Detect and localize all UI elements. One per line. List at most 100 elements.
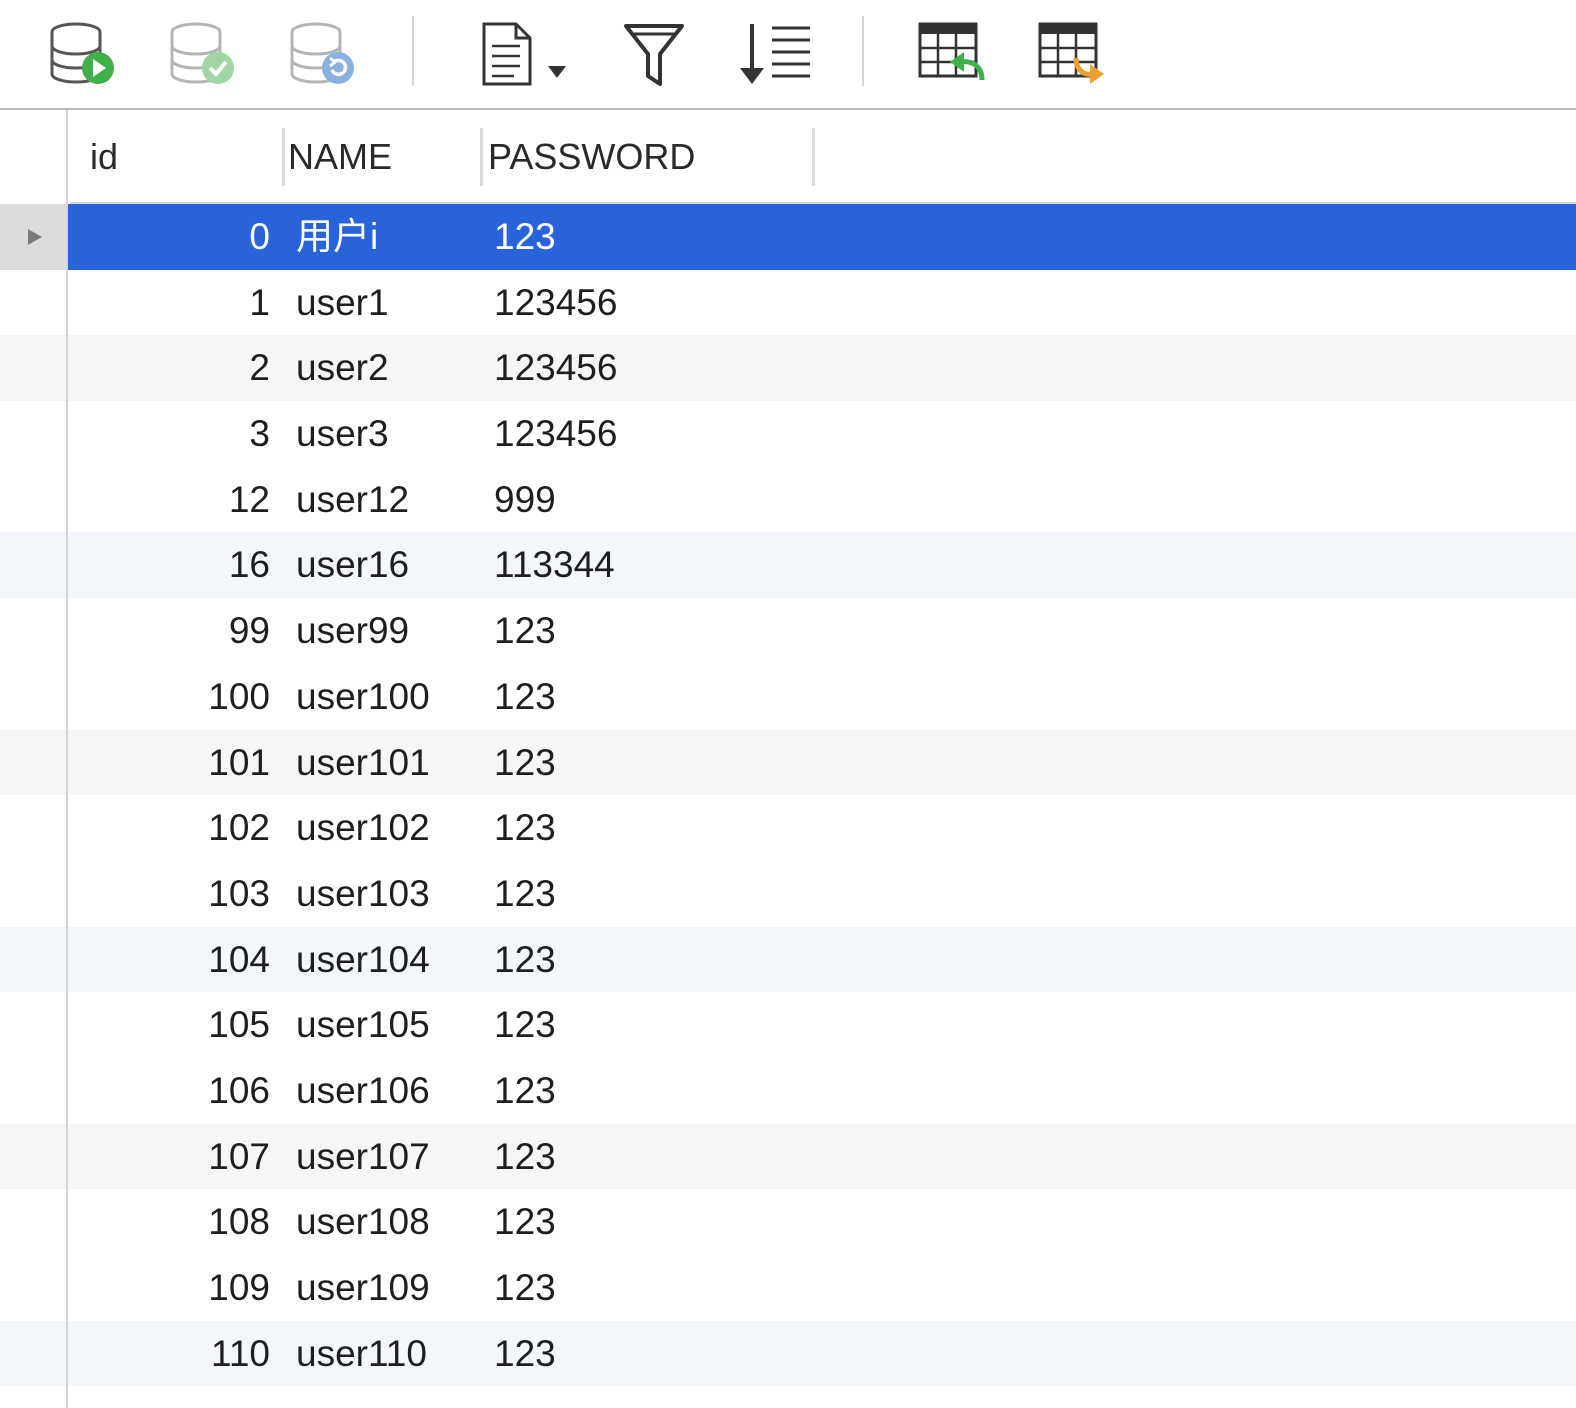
column-divider[interactable]	[812, 128, 815, 186]
cell-id[interactable]: 100	[90, 664, 270, 730]
table-row[interactable]: 110 user110 123	[0, 1320, 1576, 1387]
cell-id[interactable]: 0	[90, 204, 270, 270]
cell-name[interactable]: user1	[296, 270, 486, 336]
column-header-password[interactable]: PASSWORD	[488, 130, 695, 184]
rollback-icon	[290, 22, 354, 84]
filter-icon	[624, 24, 684, 86]
cell-id[interactable]: 99	[90, 598, 270, 664]
table-row[interactable]: 16 user16 113344	[0, 532, 1576, 599]
cell-password[interactable]: 123	[494, 664, 794, 730]
cell-name[interactable]: user12	[296, 467, 486, 533]
cell-password[interactable]: 123456	[494, 335, 794, 401]
sort-icon	[740, 24, 810, 84]
table-row[interactable]: 106 user106 123	[0, 1058, 1576, 1124]
table-row[interactable]: 105 user105 123	[0, 992, 1576, 1058]
document-dropdown-button[interactable]	[476, 14, 576, 94]
table-row[interactable]: 100 user100 123	[0, 664, 1576, 730]
filter-button[interactable]	[614, 14, 694, 94]
cell-password[interactable]: 123	[494, 1321, 794, 1387]
table-body: 0 用户i 123 1 user1 123456 2 user2 123456 3 user3 123…	[0, 204, 1576, 1387]
rollback-button[interactable]	[282, 14, 362, 94]
sort-button[interactable]	[734, 14, 814, 94]
table-header: id NAME PASSWORD	[70, 110, 1576, 204]
cell-password[interactable]: 113344	[494, 532, 794, 598]
cell-password[interactable]: 123	[494, 598, 794, 664]
table-row[interactable]: 104 user104 123	[0, 926, 1576, 993]
cell-password[interactable]: 123	[494, 1189, 794, 1255]
cell-name[interactable]: user16	[296, 532, 486, 598]
column-divider[interactable]	[282, 128, 285, 186]
cell-id[interactable]: 3	[90, 401, 270, 467]
cell-name[interactable]: user101	[296, 730, 486, 796]
commit-button[interactable]	[162, 14, 242, 94]
cell-name[interactable]: user109	[296, 1255, 486, 1321]
cell-password[interactable]: 123	[494, 204, 794, 270]
cell-name[interactable]: user106	[296, 1058, 486, 1124]
cell-password[interactable]: 123	[494, 927, 794, 993]
cell-password[interactable]: 123	[494, 730, 794, 796]
cell-name[interactable]: user104	[296, 927, 486, 993]
cell-id[interactable]: 12	[90, 467, 270, 533]
cell-id[interactable]: 109	[90, 1255, 270, 1321]
export-table-icon	[1038, 22, 1104, 84]
column-header-id[interactable]: id	[90, 130, 118, 184]
table-row[interactable]: 109 user109 123	[0, 1255, 1576, 1321]
table-row[interactable]: 102 user102 123	[0, 795, 1576, 861]
column-divider[interactable]	[480, 128, 483, 186]
cell-id[interactable]: 1	[90, 270, 270, 336]
cell-id[interactable]: 110	[90, 1321, 270, 1387]
cell-password[interactable]: 123	[494, 1255, 794, 1321]
table-row[interactable]: 1 user1 123456	[0, 270, 1576, 336]
toolbar-separator	[412, 16, 414, 86]
cell-id[interactable]: 16	[90, 532, 270, 598]
cell-name[interactable]: user110	[296, 1321, 486, 1387]
cell-name[interactable]: 用户i	[296, 204, 486, 270]
cell-name[interactable]: user107	[296, 1124, 486, 1190]
toolbar-separator	[862, 16, 864, 86]
cell-id[interactable]: 105	[90, 992, 270, 1058]
toolbar	[0, 0, 1576, 110]
cell-id[interactable]: 107	[90, 1124, 270, 1190]
import-table-button[interactable]	[910, 14, 990, 94]
cell-id[interactable]: 102	[90, 795, 270, 861]
import-table-icon	[918, 22, 985, 81]
cell-id[interactable]: 104	[90, 927, 270, 993]
cell-password[interactable]: 123	[494, 992, 794, 1058]
cell-name[interactable]: user108	[296, 1189, 486, 1255]
table-row-selected[interactable]: 0 用户i 123	[0, 204, 1576, 270]
table-row[interactable]: 12 user12 999	[0, 467, 1576, 533]
table-row[interactable]: 3 user3 123456	[0, 401, 1576, 467]
column-header-name[interactable]: NAME	[288, 130, 392, 184]
cell-name[interactable]: user2	[296, 335, 486, 401]
cell-password[interactable]: 123	[494, 1058, 794, 1124]
cell-password[interactable]: 123	[494, 1124, 794, 1190]
cell-name[interactable]: user105	[296, 992, 486, 1058]
cell-password[interactable]: 123	[494, 861, 794, 927]
cell-id[interactable]: 108	[90, 1189, 270, 1255]
cell-name[interactable]: user103	[296, 861, 486, 927]
cell-id[interactable]: 103	[90, 861, 270, 927]
table-row[interactable]: 103 user103 123	[0, 861, 1576, 927]
execute-query-button[interactable]	[42, 14, 122, 94]
cell-id[interactable]: 101	[90, 730, 270, 796]
commit-icon	[170, 22, 234, 84]
cell-name[interactable]: user3	[296, 401, 486, 467]
cell-password[interactable]: 123456	[494, 401, 794, 467]
cell-name[interactable]: user100	[296, 664, 486, 730]
cell-password[interactable]: 123456	[494, 270, 794, 336]
cell-password[interactable]: 123	[494, 795, 794, 861]
table-row[interactable]: 2 user2 123456	[0, 335, 1576, 402]
cell-name[interactable]: user99	[296, 598, 486, 664]
execute-query-icon	[50, 22, 114, 84]
table-row[interactable]: 107 user107 123	[0, 1123, 1576, 1190]
table-row[interactable]: 101 user101 123	[0, 729, 1576, 796]
export-table-button[interactable]	[1030, 14, 1110, 94]
cell-name[interactable]: user102	[296, 795, 486, 861]
cell-id[interactable]: 2	[90, 335, 270, 401]
cell-id[interactable]: 106	[90, 1058, 270, 1124]
cell-password[interactable]: 999	[494, 467, 794, 533]
document-dropdown-icon	[482, 22, 566, 86]
row-gutter	[0, 110, 68, 1408]
table-row[interactable]: 108 user108 123	[0, 1189, 1576, 1255]
table-row[interactable]: 99 user99 123	[0, 598, 1576, 664]
